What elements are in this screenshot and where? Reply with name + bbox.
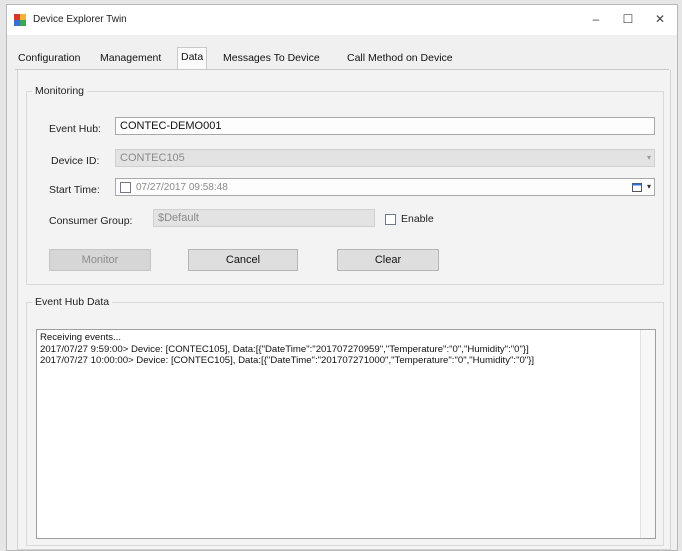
clear-button[interactable]: Clear	[337, 249, 439, 271]
tab-messages-to-device[interactable]: Messages To Device	[223, 49, 320, 67]
start-time-picker[interactable]: 07/27/2017 09:58:48 ▾	[115, 178, 655, 196]
minimize-button[interactable]: –	[581, 9, 611, 29]
window-title: Device Explorer Twin	[33, 14, 127, 25]
output-line: Receiving events...	[40, 332, 122, 343]
title-bar[interactable]: Device Explorer Twin – ☐ ✕	[7, 5, 677, 35]
monitoring-group-title: Monitoring	[35, 85, 85, 97]
calendar-icon[interactable]	[632, 182, 642, 192]
start-time-label: Start Time:	[49, 184, 100, 196]
app-icon	[14, 14, 26, 26]
start-time-checkbox[interactable]	[120, 182, 131, 193]
data-tab-panel: Monitoring Event Hub: CONTEC-DEMO001 Dev…	[17, 70, 671, 550]
event-hub-data-title: Event Hub Data	[35, 296, 110, 308]
output-line: 2017/07/27 10:00:00> Device: [CONTEC105]…	[40, 355, 535, 366]
event-hub-output[interactable]: Receiving events... 2017/07/27 9:59:00> …	[36, 329, 656, 539]
device-id-value: CONTEC105	[120, 152, 185, 164]
event-hub-label: Event Hub:	[49, 123, 101, 135]
consumer-group-field[interactable]: $Default	[153, 209, 375, 227]
tab-configuration[interactable]: Configuration	[18, 49, 80, 67]
enable-label[interactable]: Enable	[401, 213, 434, 225]
enable-checkbox[interactable]	[385, 214, 396, 225]
monitor-button[interactable]: Monitor	[49, 249, 151, 271]
event-hub-data-group: Event Hub Data Receiving events... 2017/…	[26, 296, 664, 546]
chevron-down-icon: ▾	[646, 153, 651, 162]
tab-data[interactable]: Data	[177, 47, 208, 69]
device-id-label: Device ID:	[51, 155, 100, 167]
output-scroll-region	[640, 330, 655, 538]
close-button[interactable]: ✕	[645, 9, 675, 29]
cancel-button[interactable]: Cancel	[188, 249, 298, 271]
tab-management[interactable]: Management	[100, 49, 161, 67]
device-id-select[interactable]: CONTEC105 ▾	[115, 149, 655, 167]
tab-strip: Configuration Management Data Messages T…	[15, 47, 669, 70]
output-line: 2017/07/27 9:59:00> Device: [CONTEC105],…	[40, 343, 529, 355]
maximize-button[interactable]: ☐	[613, 9, 643, 29]
consumer-group-label: Consumer Group:	[49, 215, 133, 227]
tab-call-method-on-device[interactable]: Call Method on Device	[347, 49, 453, 67]
start-time-value: 07/27/2017 09:58:48	[136, 182, 228, 193]
app-window: Device Explorer Twin – ☐ ✕ Configuration…	[6, 4, 678, 551]
chevron-down-icon[interactable]: ▾	[647, 179, 651, 195]
event-hub-field[interactable]: CONTEC-DEMO001	[115, 117, 655, 135]
